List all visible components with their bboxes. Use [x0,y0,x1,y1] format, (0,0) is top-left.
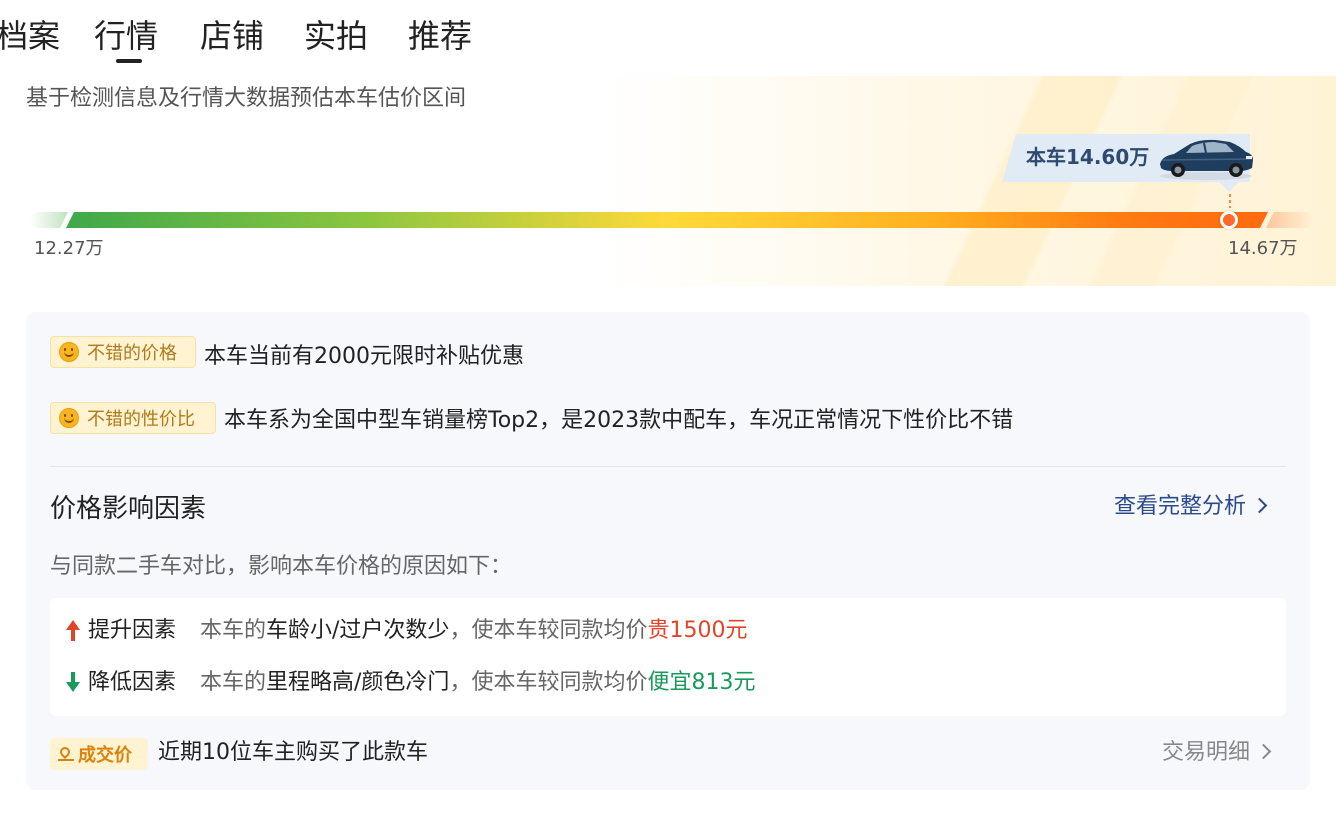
highlight-text: 本车当前有2000元限时补贴优惠 [204,344,524,369]
lower-factor-label: 降低因素 [88,670,177,695]
price-estimate-banner: 基于检测信息及行情大数据预估本车估价区间 本车14.60万 12.27万 14.… [0,76,1336,286]
chevron-right-icon [1251,497,1268,514]
deal-price-tag: 成交价 [50,738,148,770]
tab-archive[interactable]: 档案 [0,14,60,58]
range-min-label: 12.27万 [34,238,104,259]
tab-photos[interactable]: 实拍 [304,14,368,58]
tab-bar: 档案 行情 店铺 实拍 推荐 [0,0,600,70]
factor-items: 里程略高/颜色冷门 [266,670,450,695]
tag-label: 不错的性价比 [87,409,195,430]
car-image [1160,139,1253,180]
deal-tag-label: 成交价 [78,745,132,766]
car-price-marker [1220,211,1238,229]
arrow-up-icon [66,620,80,642]
good-price-tag: 不错的价格 [50,336,196,368]
factor-middle: ，使本车较同款均价 [449,618,648,643]
estimate-description: 基于检测信息及行情大数据预估本车估价区间 [26,86,467,111]
factor-prefix: 本车的 [200,618,267,643]
tab-recommend[interactable]: 推荐 [408,14,472,58]
chevron-right-icon [1255,743,1272,760]
price-analysis-card [26,312,1310,790]
tab-market[interactable]: 行情 [94,14,158,58]
price-bar-fade-left [30,212,68,228]
transaction-details-link[interactable]: 交易明细 [1162,738,1272,768]
deal-text: 近期10位车主购买了此款车 [158,740,428,765]
smile-icon [59,408,79,428]
factor-items: 车龄小/过户次数少 [266,618,450,643]
link-label: 查看完整分析 [1114,494,1247,519]
factor-result: 贵1500元 [647,618,748,643]
view-full-analysis-link[interactable]: 查看完整分析 [1114,492,1268,522]
factor-prefix: 本车的 [200,670,267,695]
lower-factor-text: 本车的里程略高/颜色冷门，使本车较同款均价便宜813元 [200,668,755,698]
tab-store[interactable]: 店铺 [200,14,264,58]
link-label: 交易明细 [1162,740,1251,765]
tag-label: 不错的价格 [87,343,177,364]
good-value-tag: 不错的性价比 [50,402,216,434]
raise-factor-text: 本车的车龄小/过户次数少，使本车较同款均价贵1500元 [200,616,747,646]
factor-middle: ，使本车较同款均价 [449,670,648,695]
arrow-down-icon [66,672,80,694]
divider [50,466,1286,467]
marker-dotted-line [1229,194,1231,208]
factor-result: 便宜813元 [647,670,756,695]
price-bar-fade-right [1266,212,1314,228]
active-tab-indicator [116,59,142,63]
bubble-pointer [1219,182,1239,192]
smile-icon [59,342,79,362]
range-max-label: 14.67万 [1228,238,1298,259]
location-pin-icon [58,746,74,762]
price-factors-title: 价格影响因素 [50,494,207,524]
raise-factor-label: 提升因素 [88,618,177,643]
comparison-description: 与同款二手车对比，影响本车价格的原因如下： [50,554,513,579]
highlight-text: 本车系为全国中型车销量榜Top2，是2023款中配车，车况正常情况下性价比不错 [224,408,1014,433]
price-range-bar [66,212,1268,228]
car-price-label: 本车14.60万 [1026,145,1150,169]
